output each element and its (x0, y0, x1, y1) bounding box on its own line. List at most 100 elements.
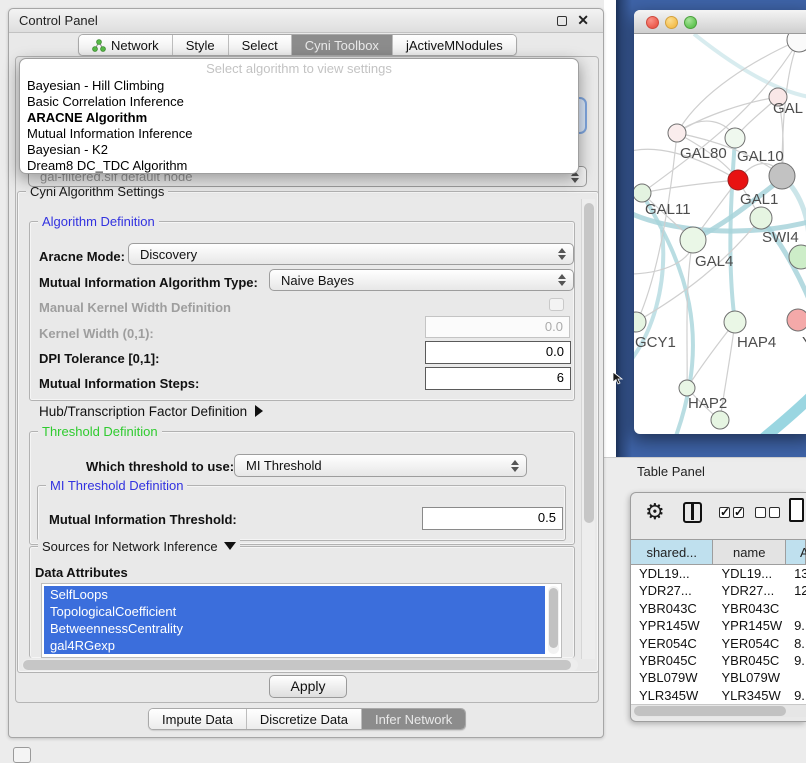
dropdown-item[interactable]: Dream8 DC_TDC Algorithm (20, 158, 578, 174)
node-unlabeled-bottom[interactable] (711, 411, 729, 429)
select-all-checkbox-icon-2[interactable] (733, 507, 744, 518)
table-cell[interactable] (786, 669, 806, 686)
hub-definition-toggle[interactable]: Hub/Transcription Factor Definition (39, 404, 263, 419)
mi-steps-field[interactable]: 6 (425, 367, 571, 390)
dropdown-item[interactable]: Mutual Information Inference (20, 126, 578, 142)
sources-group-title[interactable]: Sources for Network Inference (38, 539, 240, 554)
network-canvas[interactable]: GAL GAL80 GAL10 GAL1 GAL11 SWI4 GAL4 GCY… (634, 34, 806, 434)
settings-horizontal-scrollbar[interactable] (22, 659, 578, 671)
table-cell[interactable]: 12 (786, 582, 806, 599)
dropdown-item[interactable]: Basic Correlation Inference (20, 94, 578, 110)
tab-jactivemnodules[interactable]: jActiveMNodules (393, 35, 516, 55)
table-cell[interactable]: YPR145W (714, 617, 787, 634)
table-horizontal-scrollbar[interactable] (631, 704, 806, 717)
network-window-titlebar[interactable] (634, 10, 806, 34)
node-unlabeled-top[interactable] (787, 34, 806, 52)
table-row[interactable]: YBL079WYBL079W (631, 669, 806, 686)
tab-select[interactable]: Select (229, 35, 292, 55)
table-panel-window[interactable]: ⚙ shared... name A YDL19...YDL19...13 YD… (630, 492, 806, 722)
deselect-all-checkbox-icon[interactable] (755, 507, 766, 518)
table-cell[interactable]: YBR043C (631, 600, 714, 617)
tab-style[interactable]: Style (173, 35, 229, 55)
node-gray[interactable] (769, 163, 795, 189)
table-cell[interactable]: 9. (786, 652, 806, 669)
list-item-selected[interactable]: gal4RGexp (44, 637, 545, 654)
select-all-checkbox-icon[interactable] (719, 507, 730, 518)
table-row[interactable]: YBR045CYBR045C9. (631, 652, 806, 669)
column-settings-icon[interactable] (683, 502, 702, 523)
scrollbar-thumb[interactable] (23, 660, 571, 670)
node-swi4[interactable] (750, 207, 772, 229)
settings-vertical-scrollbar[interactable] (581, 199, 595, 659)
tab-impute-data[interactable]: Impute Data (149, 709, 247, 729)
table-row[interactable]: YPR145WYPR145W9. (631, 617, 806, 634)
table-cell[interactable]: YER054C (714, 635, 787, 652)
table-cell[interactable]: YDL19... (714, 565, 787, 582)
minimize-traffic-light-icon[interactable] (665, 16, 678, 29)
gear-icon[interactable]: ⚙ (645, 499, 665, 525)
table-row[interactable]: YLR345WYLR345W9. (631, 687, 806, 704)
table-cell[interactable]: YDR27... (631, 582, 714, 599)
table-cell[interactable]: YBR045C (714, 652, 787, 669)
table-cell[interactable] (786, 600, 806, 617)
list-item-selected[interactable]: TopologicalCoefficient (44, 603, 545, 620)
table-cell[interactable]: YLR345W (714, 687, 787, 704)
table-cell[interactable]: 9. (786, 687, 806, 704)
zoom-traffic-light-icon[interactable] (684, 16, 697, 29)
close-traffic-light-icon[interactable] (646, 16, 659, 29)
close-window-icon[interactable]: ✕ (577, 12, 589, 29)
dpi-tolerance-field[interactable]: 0.0 (425, 341, 571, 364)
scrollbar-thumb[interactable] (584, 203, 594, 523)
mi-type-combo[interactable]: Naive Bayes (269, 269, 574, 291)
table-row[interactable]: YDL19...YDL19...13 (631, 565, 806, 582)
tab-network[interactable]: Network (79, 35, 173, 55)
export-table-icon[interactable] (789, 498, 804, 522)
node-gcy1[interactable] (634, 312, 646, 332)
table-row[interactable]: YDR27...YDR27...12 (631, 582, 806, 599)
table-cell[interactable]: YBL079W (714, 669, 787, 686)
table-row[interactable]: YER054CYER054C8. (631, 635, 806, 652)
tab-infer-network[interactable]: Infer Network (362, 709, 465, 729)
table-cell[interactable]: YBR043C (714, 600, 787, 617)
aracne-mode-combo[interactable]: Discovery (128, 243, 574, 265)
dropdown-item[interactable]: Bayesian - Hill Climbing (20, 78, 578, 94)
table-cell[interactable]: 13 (786, 565, 806, 582)
kernel-width-field[interactable]: 0.0 (425, 316, 570, 338)
manual-kernel-checkbox[interactable] (549, 298, 564, 311)
which-threshold-combo[interactable]: MI Threshold (234, 454, 527, 477)
scrollbar-thumb[interactable] (549, 588, 558, 648)
table-cell[interactable]: YBR045C (631, 652, 714, 669)
node-gal80[interactable] (668, 124, 686, 142)
table-cell[interactable]: YBL079W (631, 669, 714, 686)
node-gal10[interactable] (725, 128, 745, 148)
collapsed-panel-icon[interactable] (13, 747, 31, 763)
node-gal1-selected[interactable] (728, 170, 748, 190)
node-hap4[interactable] (724, 311, 746, 333)
dropdown-item[interactable]: Bayesian - K2 (20, 142, 578, 158)
table-row[interactable]: YBR043CYBR043C (631, 600, 806, 617)
tab-cyni-toolbox[interactable]: Cyni Toolbox (292, 35, 393, 55)
column-header-shared-name[interactable]: shared... (631, 540, 713, 564)
scrollbar-thumb[interactable] (634, 706, 786, 716)
apply-button[interactable]: Apply (269, 675, 347, 698)
tab-discretize-data[interactable]: Discretize Data (247, 709, 362, 729)
table-cell[interactable]: 8. (786, 635, 806, 652)
data-attributes-list[interactable]: SelfLoops TopologicalCoefficient Between… (41, 583, 562, 658)
list-vertical-scrollbar[interactable] (548, 586, 559, 654)
table-cell[interactable]: YER054C (631, 635, 714, 652)
list-item-selected[interactable]: BetweennessCentrality (44, 620, 545, 637)
control-panel-titlebar[interactable]: Control Panel ✕ (9, 9, 603, 33)
node-hap2[interactable] (679, 380, 695, 396)
float-window-icon[interactable] (557, 16, 567, 26)
column-header-name[interactable]: name (713, 540, 786, 564)
dropdown-item-selected[interactable]: ARACNE Algorithm (20, 110, 578, 126)
deselect-all-checkbox-icon-2[interactable] (769, 507, 780, 518)
mi-threshold-field[interactable]: 0.5 (422, 507, 563, 530)
node-pink-right[interactable] (787, 309, 806, 331)
table-cell[interactable]: YDR27... (714, 582, 787, 599)
list-item-selected[interactable]: SelfLoops (44, 586, 545, 603)
table-cell[interactable]: 9. (786, 617, 806, 634)
node-gal4[interactable] (680, 227, 706, 253)
table-cell[interactable]: YPR145W (631, 617, 714, 634)
column-header-clipped[interactable]: A (786, 540, 806, 564)
